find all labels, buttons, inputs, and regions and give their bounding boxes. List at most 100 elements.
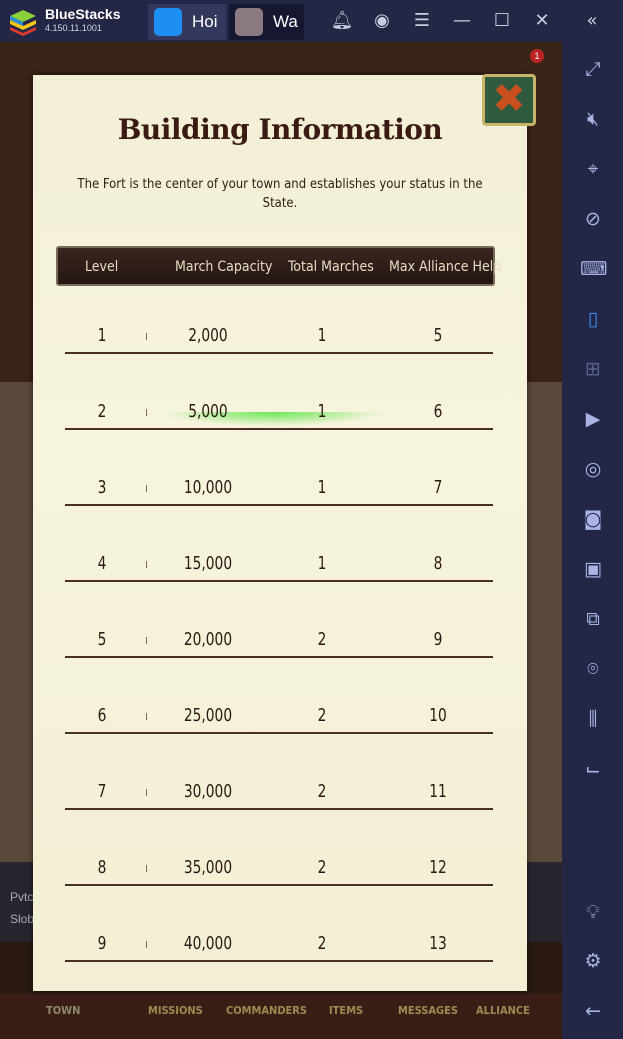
cell-marches: 2 — [317, 781, 327, 802]
cell-capacity: 30,000 — [183, 781, 233, 802]
settings-icon[interactable]: ⚙ — [580, 948, 606, 974]
title-bar: BlueStacks 4.150.11.1001 Hoi Wa 🔔︎ ◉ ☰ —… — [0, 0, 623, 42]
table-row: 1 2,000 1 5 — [33, 325, 527, 412]
close-window-icon[interactable]: ✕ — [530, 10, 554, 31]
multi-instance-icon[interactable]: ⧉ — [580, 606, 606, 632]
tab-label: Hoi — [192, 12, 218, 31]
cell-capacity: 35,000 — [183, 857, 233, 878]
record-icon[interactable]: ◙ — [580, 506, 606, 532]
cell-divider — [146, 333, 147, 340]
cell-divider — [146, 561, 147, 568]
cell-divider — [146, 409, 147, 416]
cell-help: 7 — [433, 477, 443, 498]
game-viewport[interactable]: Pvtc Slob 1 TOWN MISSIONS COMMANDERS ITE… — [0, 42, 562, 1039]
table-row: 5 20,000 2 9 — [33, 629, 527, 716]
cell-level: 4 — [97, 553, 107, 574]
cell-marches: 1 — [317, 325, 327, 346]
pointer-icon[interactable]: ⌖ — [580, 156, 606, 182]
location-icon[interactable]: ⌾ — [580, 656, 606, 682]
cell-capacity: 40,000 — [183, 933, 233, 954]
eye-off-icon[interactable]: ⊘ — [580, 206, 606, 232]
gamepad-icon[interactable]: ⊞ — [580, 356, 606, 382]
keyboard-icon[interactable]: ⌨ — [580, 256, 607, 282]
cell-capacity: 20,000 — [183, 629, 233, 650]
camera-icon[interactable]: ◎ — [580, 456, 606, 482]
cell-help: 12 — [429, 857, 447, 878]
back-icon[interactable]: ← — [580, 998, 606, 1024]
bell-icon[interactable]: 🔔︎ — [330, 10, 354, 31]
gallery-icon[interactable]: ▣ — [580, 556, 606, 582]
cell-capacity: 5,000 — [188, 401, 228, 422]
cell-marches: 2 — [317, 857, 327, 878]
right-sidebar: ⤢ 🔇︎ ⌖ ⊘ ⌨ ▯ ⊞ ▶ ◎ ◙ ▣ ⧉ ⌾ ⫼ ⌙ 💡︎ ⚙ ← — [562, 42, 623, 1039]
dialog-description: The Fort is the center of your town and … — [77, 177, 483, 211]
table-row: 4 15,000 1 8 — [33, 553, 527, 640]
cell-capacity: 25,000 — [183, 705, 233, 726]
cell-help: 13 — [429, 933, 447, 954]
cell-capacity: 2,000 — [188, 325, 228, 346]
cell-marches: 1 — [317, 401, 327, 422]
table-row: 6 25,000 2 10 — [33, 705, 527, 792]
app-name: BlueStacks — [45, 6, 121, 22]
row-divider — [65, 732, 493, 734]
cell-level: 5 — [97, 629, 107, 650]
chat-line: Slob — [10, 912, 35, 926]
cell-divider — [146, 941, 147, 948]
table-row: 3 10,000 1 7 — [33, 477, 527, 564]
cell-level: 9 — [97, 933, 107, 954]
table-row: 8 35,000 2 12 — [33, 857, 527, 944]
cell-marches: 2 — [317, 629, 327, 650]
row-divider — [65, 960, 493, 962]
cell-marches: 2 — [317, 705, 327, 726]
bluestacks-logo — [10, 10, 36, 36]
cell-help: 11 — [429, 781, 447, 802]
notification-badge: 1 — [530, 49, 544, 63]
col-total-marches: Total Marches — [288, 259, 374, 275]
close-dialog-button[interactable]: ✖ — [482, 74, 536, 126]
mute-icon[interactable]: 🔇︎ — [580, 106, 606, 132]
cell-marches: 1 — [317, 477, 327, 498]
minimize-icon[interactable]: — — [450, 10, 474, 31]
cell-divider — [146, 713, 147, 720]
row-divider — [65, 808, 493, 810]
cell-divider — [146, 865, 147, 872]
cell-marches: 2 — [317, 933, 327, 954]
account-icon[interactable]: ◉ — [370, 10, 394, 31]
bulb-icon[interactable]: 💡︎ — [580, 899, 606, 925]
game-icon — [235, 8, 263, 36]
cell-divider — [146, 789, 147, 796]
table-header: Level March Capacity Total Marches Max A… — [56, 246, 501, 286]
cell-divider — [146, 637, 147, 644]
phone-icon[interactable]: ▯ — [580, 306, 606, 332]
row-divider — [65, 656, 493, 658]
home-icon — [154, 8, 182, 36]
cell-capacity: 15,000 — [183, 553, 233, 574]
cell-marches: 1 — [317, 553, 327, 574]
app-version: 4.150.11.1001 — [45, 23, 102, 33]
tab-game[interactable]: Wa — [229, 4, 304, 40]
cell-help: 9 — [433, 629, 443, 650]
tab-home[interactable]: Hoi — [148, 4, 226, 40]
cell-help: 5 — [433, 325, 443, 346]
tab-label: Wa — [273, 12, 298, 31]
cell-divider — [146, 485, 147, 492]
cell-level: 2 — [97, 401, 107, 422]
row-divider — [65, 428, 493, 430]
rotate-icon[interactable]: ⌙ — [580, 756, 606, 782]
menu-icon[interactable]: ☰ — [410, 10, 434, 31]
fullscreen-icon[interactable]: ⤢ — [580, 56, 606, 82]
media-icon[interactable]: ▶ — [580, 406, 606, 432]
cell-help: 8 — [433, 553, 443, 574]
building-info-dialog: Building Information The Fort is the cen… — [33, 75, 527, 991]
cell-capacity: 10,000 — [183, 477, 233, 498]
maximize-icon[interactable]: ☐ — [490, 10, 514, 31]
cell-level: 3 — [97, 477, 107, 498]
chat-line: Pvtc — [10, 890, 34, 904]
col-max-alliance-help: Max Alliance Help — [389, 259, 502, 275]
row-divider — [65, 352, 493, 354]
row-divider — [65, 504, 493, 506]
collapse-sidebar-icon[interactable]: « — [580, 10, 604, 31]
shake-icon[interactable]: ⫼ — [580, 706, 606, 732]
table-row: 2 5,000 1 6 — [33, 401, 527, 488]
table-row: 7 30,000 2 11 — [33, 781, 527, 868]
